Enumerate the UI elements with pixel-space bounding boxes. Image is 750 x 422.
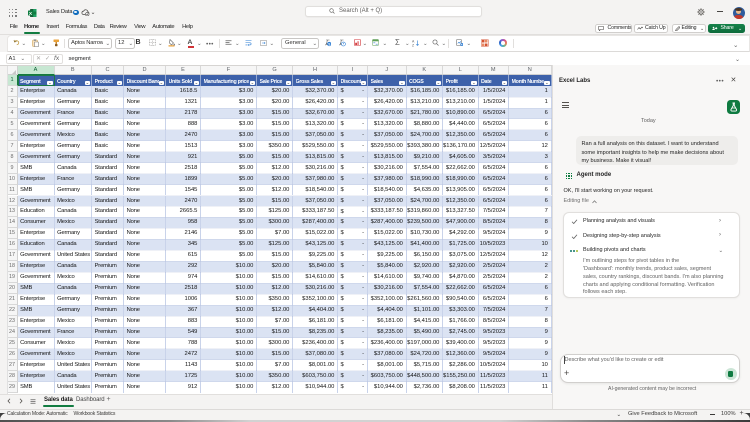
svg-text:Z: Z	[412, 43, 415, 47]
svg-text:A: A	[412, 39, 415, 43]
